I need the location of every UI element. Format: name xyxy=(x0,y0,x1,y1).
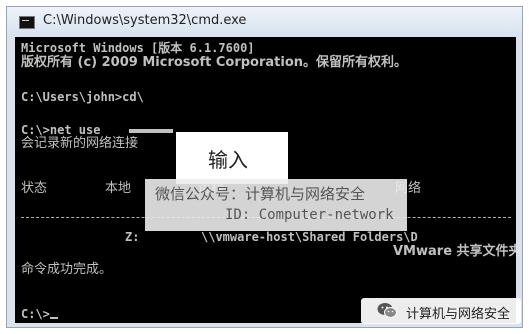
column-status: 状态 xyxy=(21,181,48,196)
title-bar[interactable]: C:\Windows\system32\cmd.exe xyxy=(7,7,522,37)
cmd-app-icon xyxy=(19,16,35,29)
remember-connections-text: 会记录新的网络连接 xyxy=(21,136,139,151)
redacted-bar xyxy=(129,129,173,133)
console-area[interactable]: Microsoft Windows [版本 6.1.7600] 版权所有 (c)… xyxy=(15,37,516,323)
banner-version: Microsoft Windows [版本 6.1.7600] xyxy=(21,41,255,55)
wechat-badge: 计算机与网络安全 xyxy=(361,298,521,324)
banner-copyright: 版权所有 (c) 2009 Microsoft Corporation。保留所有… xyxy=(21,55,408,70)
current-prompt: C:\> xyxy=(21,307,58,321)
column-local: 本地 xyxy=(105,181,132,196)
input-annotation-label: 输入 xyxy=(208,148,248,172)
watermark-overlay: 微信公众号：计算机与网络安全 ID: Computer-network xyxy=(145,179,407,231)
wechat-icon xyxy=(377,303,397,318)
cmd-window: C:\Windows\system32\cmd.exe Microsoft Wi… xyxy=(6,6,523,328)
remote-path: \\vmware-host\Shared Folders\D xyxy=(201,230,418,244)
network-provider: VMware 共享文件夹 xyxy=(393,244,516,259)
prompt-cd: C:\Users\john>cd\ xyxy=(21,90,144,104)
watermark-id: ID: Computer-network xyxy=(225,207,394,223)
input-annotation: 输入 xyxy=(176,132,288,184)
prompt-net-use: C:\>net use xyxy=(21,123,101,137)
success-message: 命令成功完成。 xyxy=(21,262,113,277)
watermark-account: 微信公众号：计算机与网络安全 xyxy=(155,185,366,203)
drive-letter: Z: xyxy=(125,230,140,244)
wechat-badge-text: 计算机与网络安全 xyxy=(406,307,511,322)
text-cursor xyxy=(49,317,58,319)
window-title: C:\Windows\system32\cmd.exe xyxy=(43,13,247,28)
